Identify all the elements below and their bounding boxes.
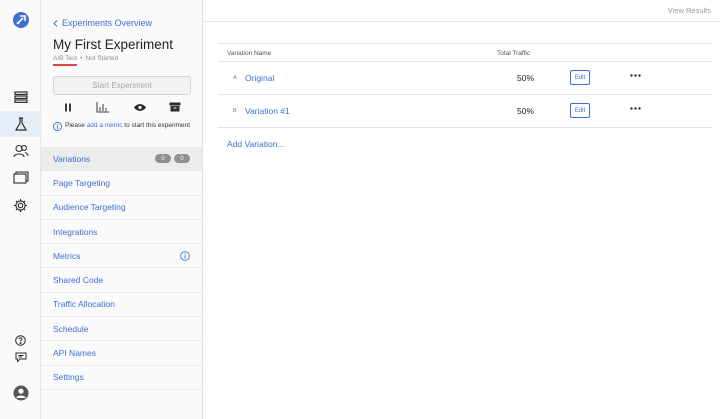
avatar-icon[interactable] [0,380,41,406]
table-header: Variation Name Total Traffic [218,43,712,62]
top-bar: View Results [203,0,720,22]
back-link-label: Experiments Overview [62,18,153,28]
start-experiment-button[interactable]: Start Experiment [53,76,191,95]
view-results-link[interactable]: View Results [668,6,711,15]
table-row: A Original 50% Edit [218,62,712,95]
status-underline [53,64,77,66]
column-header-name: Variation Name [227,50,272,57]
experiment-nav: Variations 0 0 Page Targeting Audience T… [41,147,202,390]
more-options-icon[interactable] [630,107,641,110]
nav-item-traffic-allocation[interactable]: Traffic Allocation [41,293,202,318]
experiment-status: Not Started [85,55,119,62]
experiment-type: A/B Test [53,55,78,62]
column-header-traffic: Total Traffic [497,50,531,57]
logo-icon[interactable] [0,7,41,33]
edit-button[interactable]: Edit [570,70,590,85]
nav-item-integrations[interactable]: Integrations [41,220,202,245]
more-options-icon[interactable] [630,74,641,77]
audience-icon[interactable] [0,138,41,164]
add-metric-notice: Please add a metric to start this experi… [53,121,193,131]
variations-count-badge: 0 [155,154,171,164]
gear-icon[interactable] [0,192,41,218]
notice-prefix: Please [65,122,85,129]
nav-item-api-names[interactable]: API Names [41,341,202,366]
variations-draft-badge: 0 [174,154,190,164]
nav-label: Integrations [53,226,98,237]
edit-button[interactable]: Edit [570,103,590,118]
add-variation-link[interactable]: Add Variation... [227,139,285,149]
nav-item-settings[interactable]: Settings [41,366,202,390]
table-row: B Variation #1 50% Edit [218,95,712,128]
back-to-overview-link[interactable]: Experiments Overview [53,18,152,28]
variation-name-link[interactable]: Original [245,73,274,83]
nav-label: Settings [53,372,84,383]
nav-item-schedule[interactable]: Schedule [41,317,202,342]
list-icon[interactable] [0,84,41,110]
nav-label: Shared Code [53,275,104,286]
variation-letter: B [233,108,237,114]
nav-item-audience-targeting[interactable]: Audience Targeting [41,196,202,220]
variation-traffic: 50% [517,73,535,83]
nav-label: Schedule [53,323,89,334]
meta-separator: • [80,55,83,62]
archive-icon[interactable] [166,100,184,114]
variation-name-link[interactable]: Variation #1 [245,106,290,116]
add-metric-link[interactable]: add a metric [87,122,123,129]
nav-label: Variations [53,153,91,164]
windows-icon[interactable] [0,164,41,190]
experiment-panel: Experiments Overview My First Experiment… [41,0,203,419]
variations-table: Variation Name Total Traffic A Original … [218,43,712,128]
nav-label: Audience Targeting [53,202,126,213]
variation-traffic: 50% [517,106,535,116]
nav-item-page-targeting[interactable]: Page Targeting [41,171,202,196]
icon-rail [0,0,41,419]
info-icon [53,122,62,131]
nav-item-variations[interactable]: Variations 0 0 [41,147,202,172]
nav-item-metrics[interactable]: Metrics [41,244,202,269]
notice-suffix: to start this experiment [124,122,191,129]
results-chart-icon[interactable] [94,100,112,114]
experiment-meta: A/B Test • Not Started [53,55,118,62]
flask-icon[interactable] [0,111,41,137]
metrics-info-icon[interactable] [180,251,190,261]
main-content: View Results Variation Name Total Traffi… [203,0,720,419]
experiment-title: My First Experiment [53,37,174,52]
nav-label: Page Targeting [53,177,111,188]
nav-item-shared-code[interactable]: Shared Code [41,268,202,293]
variation-letter: A [233,75,237,81]
pause-icon[interactable] [59,100,77,114]
nav-label: Traffic Allocation [53,299,115,310]
chevron-left-icon [53,19,58,27]
nav-label: Metrics [53,250,81,261]
nav-label: API Names [53,348,96,359]
preview-eye-icon[interactable] [131,100,149,114]
feedback-icon[interactable] [0,344,41,370]
